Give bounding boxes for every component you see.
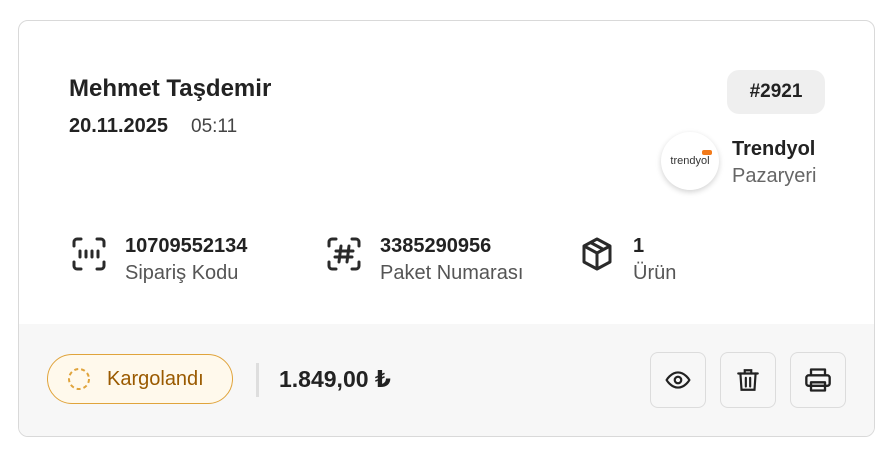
order-total: 1.849,00 ₺: [279, 366, 391, 392]
view-button[interactable]: [650, 352, 706, 408]
package-number-label: Paket Numarası: [380, 262, 524, 284]
printer-icon: [805, 368, 831, 392]
divider: [256, 363, 259, 397]
print-button[interactable]: [790, 352, 846, 408]
store-name: Trendyol: [732, 138, 816, 160]
store-logo-text: trendyol: [670, 150, 712, 167]
package-box-icon: [582, 237, 612, 271]
barcode-scan-icon: [72, 237, 106, 271]
card-footer: Kargolandı 1.849,00 ₺: [19, 324, 874, 436]
status-label: Kargolandı: [107, 367, 204, 390]
trash-icon: [737, 369, 759, 391]
order-code-label: Sipariş Kodu: [125, 262, 239, 284]
order-code-info: 10709552134 Sipariş Kodu: [71, 233, 247, 287]
product-count-label: Ürün: [633, 262, 677, 284]
order-time: 05:11: [191, 116, 238, 137]
hash-scan-icon: [327, 237, 361, 271]
loading-circle-icon: [68, 368, 90, 390]
store-subtitle: Pazaryeri: [732, 165, 817, 187]
status-badge: Kargolandı: [47, 354, 233, 404]
customer-name: Mehmet Taşdemir: [69, 75, 272, 102]
logo-accent-mark: [701, 150, 712, 155]
product-count-info: 1 Ürün: [579, 233, 676, 287]
delete-button[interactable]: [720, 352, 776, 408]
order-card: Mehmet Taşdemir 20.11.2025 05:11 #2921 t…: [18, 20, 875, 437]
order-code-value: 10709552134: [125, 235, 248, 257]
package-number-value: 3385290956: [380, 235, 492, 257]
order-number-badge: #2921: [727, 70, 825, 114]
package-number-info: 3385290956 Paket Numarası: [326, 233, 523, 287]
product-count-value: 1: [633, 235, 645, 257]
eye-icon: [665, 371, 691, 389]
store-logo: trendyol: [661, 132, 719, 190]
order-date: 20.11.2025: [69, 115, 168, 137]
